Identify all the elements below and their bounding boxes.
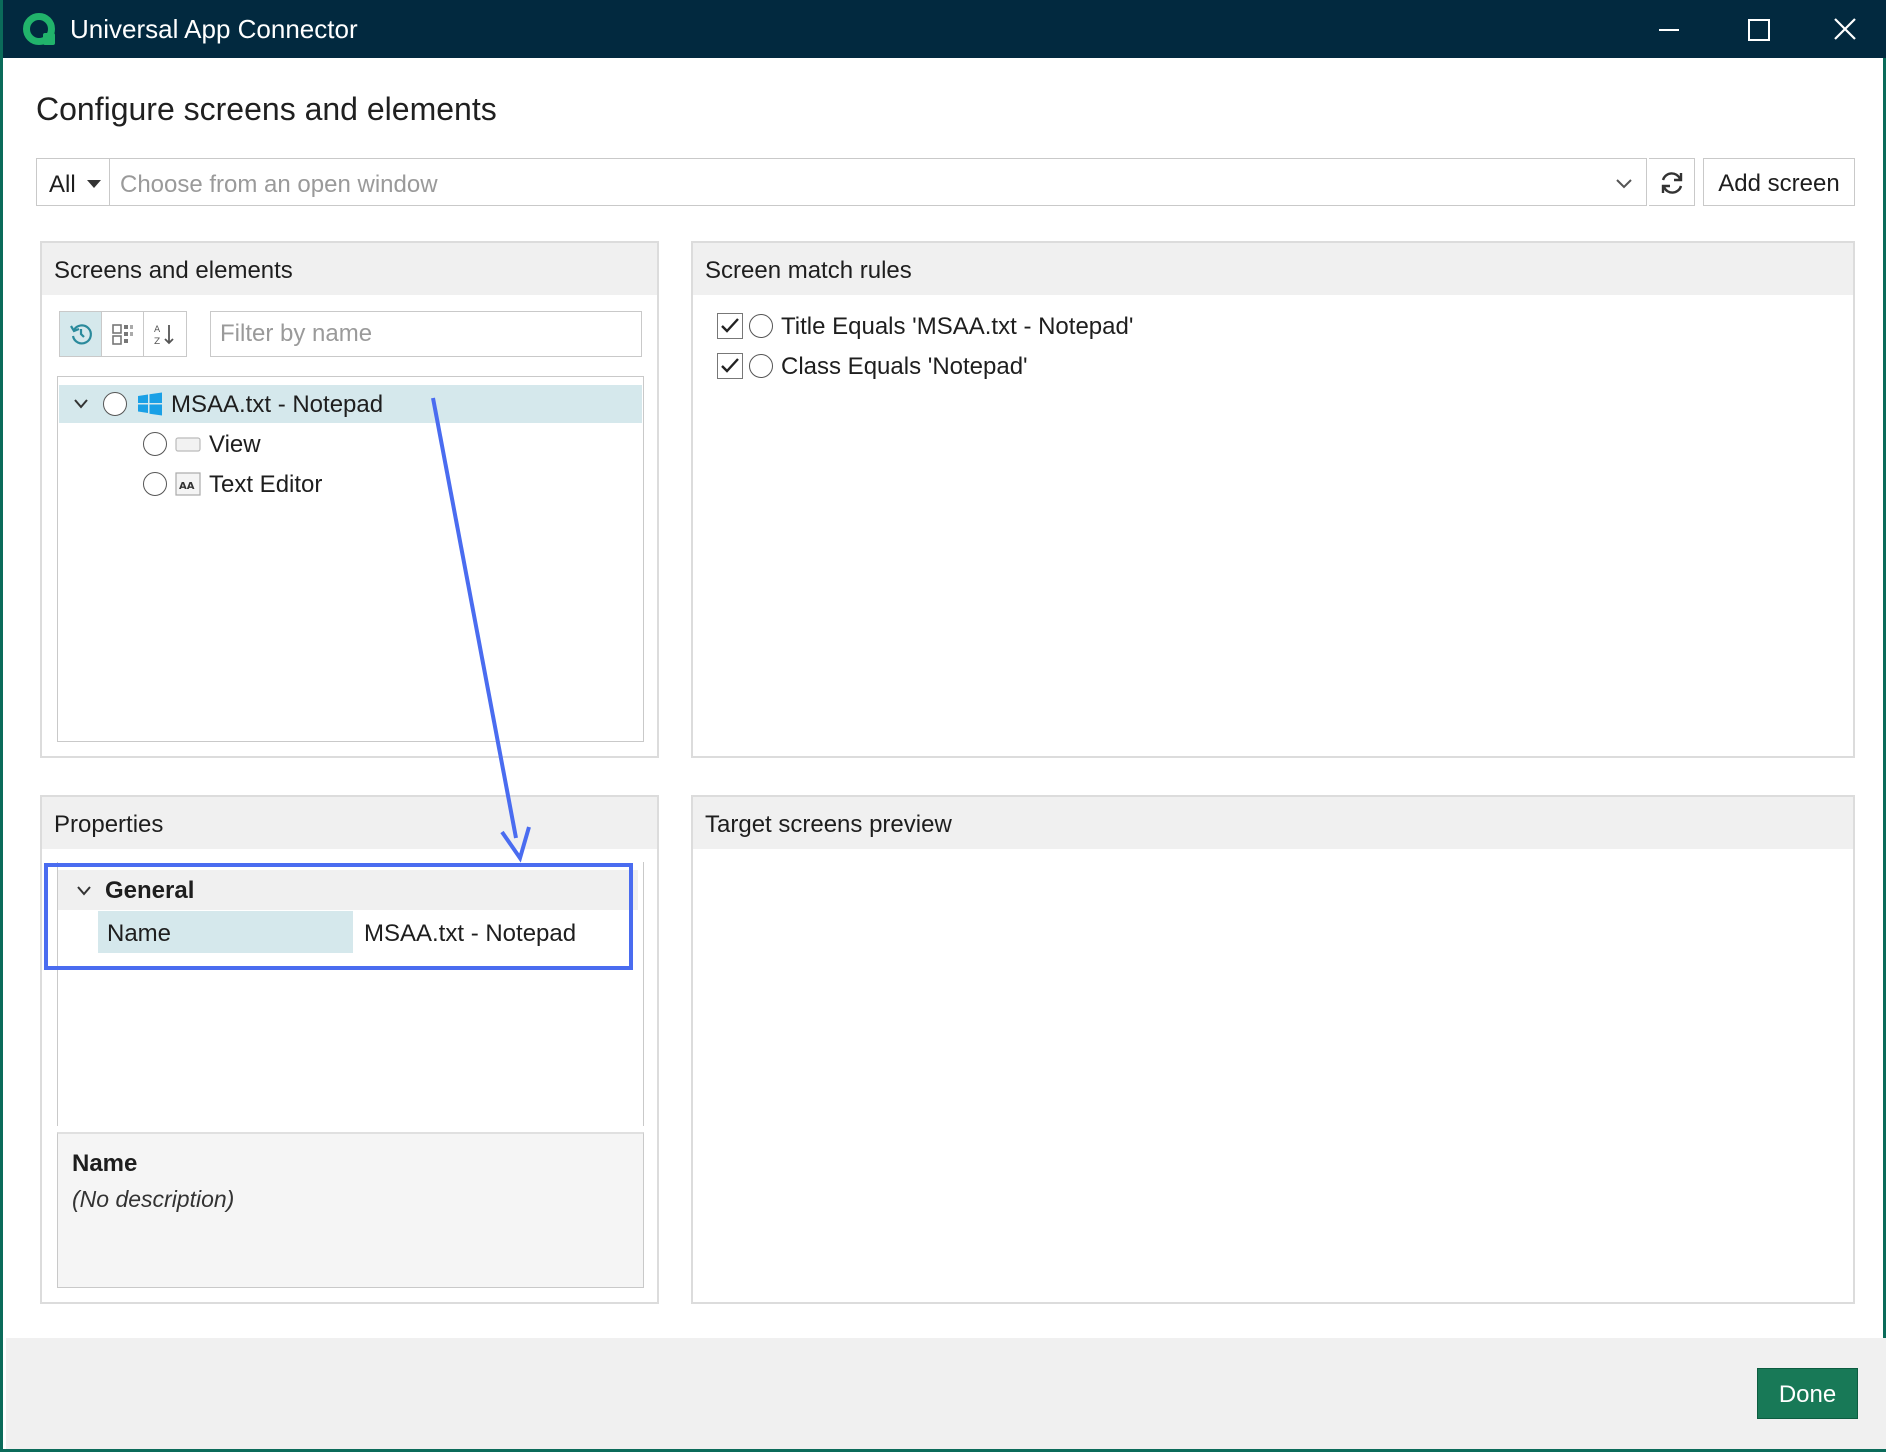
grid-view-icon <box>112 324 133 345</box>
screens-elements-panel: Screens and elements A Z Filter by name … <box>40 241 659 758</box>
tree-item-view[interactable]: View <box>59 425 642 463</box>
tree-item-label: Text Editor <box>209 471 323 498</box>
caret-down-icon <box>87 180 101 188</box>
svg-text:A: A <box>154 325 161 335</box>
filter-by-name-input[interactable] <box>210 311 642 357</box>
description-title: Name <box>72 1150 138 1177</box>
window-picker-placeholder: Choose from an open window <box>120 171 438 198</box>
screen-match-rules-header: Screen match rules <box>693 243 1853 295</box>
tree-item-label: MSAA.txt - Notepad <box>171 391 384 418</box>
sort-button[interactable]: A Z <box>144 312 186 356</box>
rule-checkbox[interactable] <box>717 353 743 379</box>
window-picker-combobox[interactable]: Choose from an open window <box>110 158 1647 206</box>
screen-match-rules-panel: Screen match rules Title Equals 'MSAA.tx… <box>691 241 1855 758</box>
close-button[interactable] <box>1801 0 1886 58</box>
chevron-down-icon[interactable] <box>73 397 89 411</box>
screens-elements-header: Screens and elements <box>42 243 657 295</box>
rule-label: Class Equals 'Notepad' <box>781 353 1028 380</box>
app-logo-icon <box>23 13 55 45</box>
target-screens-preview-panel: Target screens preview <box>691 795 1855 1304</box>
description-text: (No description) <box>72 1186 235 1212</box>
rule-label: Title Equals 'MSAA.txt - Notepad' <box>781 313 1134 340</box>
tree-item-radio[interactable] <box>103 392 127 416</box>
svg-text:Z: Z <box>154 337 160 346</box>
refresh-icon <box>1661 172 1683 194</box>
checkmark-icon <box>721 318 739 333</box>
window-title: Universal App Connector <box>70 14 358 44</box>
refresh-button[interactable] <box>1649 158 1695 206</box>
maximize-button[interactable] <box>1713 0 1801 58</box>
screens-tree: MSAA.txt - Notepad View AA Text Editor <box>57 376 644 742</box>
svg-text:AA: AA <box>179 481 195 492</box>
rule-radio[interactable] <box>749 314 773 338</box>
title-bar[interactable]: Universal App Connector <box>3 0 1886 58</box>
page-title: Configure screens and elements <box>36 91 497 127</box>
rule-radio[interactable] <box>749 354 773 378</box>
group-view-button[interactable] <box>102 312 144 356</box>
history-button[interactable] <box>60 312 102 356</box>
scope-dropdown-value: All <box>49 171 76 198</box>
footer-bar <box>6 1338 1886 1449</box>
app-window: Universal App Connector Configure screen… <box>0 0 1886 1452</box>
add-screen-button[interactable]: Add screen <box>1703 158 1855 206</box>
property-description: Name (No description) <box>57 1132 644 1288</box>
tree-item-radio[interactable] <box>143 432 167 456</box>
tree-item-label: View <box>209 431 261 458</box>
tree-item-msaa-notepad[interactable]: MSAA.txt - Notepad <box>59 385 642 423</box>
properties-header: Properties <box>42 797 657 849</box>
tree-item-text-editor[interactable]: AA Text Editor <box>59 465 642 503</box>
sort-az-icon: A Z <box>154 325 174 346</box>
target-screens-preview-header: Target screens preview <box>693 797 1853 849</box>
tree-item-radio[interactable] <box>143 472 167 496</box>
close-icon <box>1834 18 1856 40</box>
view-icon <box>175 437 201 452</box>
done-button[interactable]: Done <box>1757 1368 1858 1419</box>
minimize-button[interactable] <box>1625 0 1713 58</box>
tree-toolbar: A Z <box>59 311 187 357</box>
rule-checkbox[interactable] <box>717 313 743 339</box>
history-icon <box>70 324 92 345</box>
chevron-down-icon <box>1616 179 1632 189</box>
checkmark-icon <box>721 358 739 373</box>
windows-icon <box>138 392 162 416</box>
scope-dropdown[interactable]: All <box>36 158 110 206</box>
annotation-highlight-box <box>44 863 633 970</box>
text-editor-icon: AA <box>175 472 201 496</box>
